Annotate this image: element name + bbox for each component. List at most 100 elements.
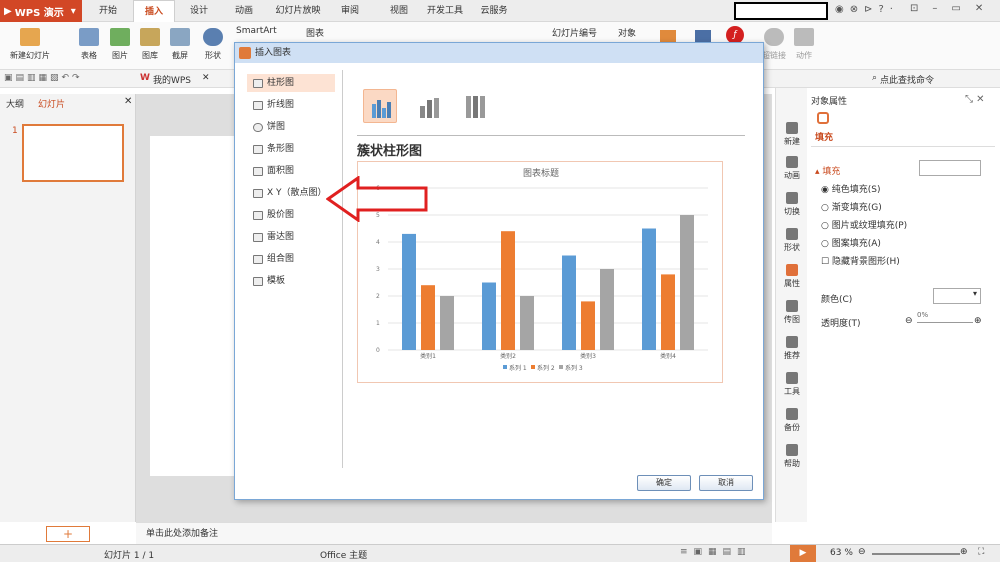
tab-start[interactable]: 开始: [86, 0, 130, 22]
slider-minus-icon[interactable]: ⊖: [905, 316, 913, 326]
side-upload-button[interactable]: 传图: [776, 300, 808, 325]
notes-area[interactable]: 单击此处添加备注: [136, 522, 772, 544]
tab-insert[interactable]: 插入: [133, 0, 175, 22]
chart-type-bar[interactable]: 条形图: [247, 140, 335, 158]
upload-icon: [786, 300, 798, 312]
fill-preview[interactable]: [919, 160, 981, 176]
transparency-label: 透明度(T): [821, 319, 861, 329]
side-shape-button[interactable]: 形状: [776, 228, 808, 253]
chart-type-line[interactable]: 折线图: [247, 96, 335, 114]
radio-gradient[interactable]: ○ 渐变填充(G): [821, 200, 882, 213]
add-slide-button[interactable]: +: [46, 526, 90, 542]
object-button[interactable]: 对象: [618, 26, 636, 39]
new-slide-button[interactable]: 新建幻灯片: [4, 22, 56, 70]
chart-type-column[interactable]: 柱形图: [247, 74, 335, 92]
view-buttons[interactable]: ≡▣▦▤▥: [680, 547, 752, 557]
dialog-app-icon: [239, 47, 251, 59]
annotation-arrow: [326, 176, 428, 222]
fit-icon[interactable]: ⛶: [978, 547, 984, 557]
fill-section[interactable]: ▴ 填充: [815, 164, 840, 177]
account-box[interactable]: [734, 2, 828, 20]
close-icon[interactable]: ✕: [202, 73, 210, 86]
legend-swatch: [531, 365, 535, 369]
chart-type-radar[interactable]: 雷达图: [247, 228, 335, 246]
tab-animation[interactable]: 动画: [223, 0, 265, 22]
legend-swatch: [503, 365, 507, 369]
smartart-button[interactable]: SmartArt: [236, 26, 277, 36]
color-dropdown[interactable]: ▾: [933, 288, 981, 304]
bar-2-1: [421, 285, 435, 350]
action-button[interactable]: 动作: [792, 22, 816, 70]
slide-number-button[interactable]: 幻灯片编号: [552, 26, 597, 39]
cancel-button[interactable]: 取消: [699, 475, 753, 491]
side-animation-button[interactable]: 动画: [776, 156, 808, 181]
tab-view[interactable]: 视图: [380, 0, 418, 22]
tab-design[interactable]: 设计: [178, 0, 220, 22]
chart-type-template[interactable]: 模板: [247, 272, 335, 290]
dialog-title: 插入图表: [255, 48, 292, 58]
side-backup-button[interactable]: 备份: [776, 408, 808, 433]
side-help-button[interactable]: 帮助: [776, 444, 808, 469]
chart-button[interactable]: 图表: [306, 26, 324, 39]
slider-plus-icon[interactable]: ⊕: [974, 316, 982, 326]
fill-icon: [817, 112, 829, 124]
side-recommend-button[interactable]: 推荐: [776, 336, 808, 361]
command-search[interactable]: ⌕ 点此查找命令: [872, 73, 934, 86]
checkbox-hide-bg[interactable]: ☐ 隐藏背景图形(H): [821, 254, 900, 267]
play-button[interactable]: ▶: [790, 545, 816, 562]
variant-clustered-column[interactable]: [363, 89, 397, 123]
screenshot-button[interactable]: 截屏: [166, 22, 194, 70]
recommend-icon: [786, 336, 798, 348]
shape-button[interactable]: 形状: [198, 22, 228, 70]
chart-type-combo[interactable]: 组合图: [247, 250, 335, 268]
picture-icon: [110, 28, 130, 46]
variant-stacked-column[interactable]: [411, 89, 445, 123]
wps-w-icon: W: [140, 73, 150, 83]
clustered-column-icon: [372, 100, 391, 118]
transparency-slider[interactable]: [917, 322, 973, 323]
tab-outline[interactable]: 大纲: [6, 97, 24, 110]
table-button[interactable]: 表格: [74, 22, 104, 70]
side-transition-button[interactable]: 切换: [776, 192, 808, 217]
chart-type-pie[interactable]: 饼图: [247, 118, 335, 136]
zoom-level: 63 %: [830, 548, 853, 558]
radio-picture[interactable]: ○ 图片或纹理填充(P): [821, 218, 907, 231]
zoom-in-icon[interactable]: ⊕: [960, 547, 968, 557]
tab-developer[interactable]: 开发工具: [421, 0, 469, 22]
side-properties-button[interactable]: 属性: [776, 264, 808, 289]
radio-pattern[interactable]: ○ 图案填充(A): [821, 236, 881, 249]
table-icon: [79, 28, 99, 46]
bar-3-2: [520, 296, 534, 350]
chart-type-stock[interactable]: 股价图: [247, 206, 335, 224]
hyperlink-button[interactable]: 超链接: [760, 22, 788, 70]
y-tick-label: 3: [376, 266, 380, 273]
radio-solid[interactable]: ◉ 纯色填充(S): [821, 182, 880, 195]
tab-review[interactable]: 审阅: [331, 0, 369, 22]
close-icon[interactable]: ✕: [124, 96, 132, 107]
chart-type-area[interactable]: 面积图: [247, 162, 335, 180]
side-tools-button[interactable]: 工具: [776, 372, 808, 397]
tab-fill[interactable]: 填充: [815, 130, 833, 143]
side-new-button[interactable]: 新建: [776, 122, 808, 147]
zoom-slider[interactable]: [872, 553, 960, 555]
tab-cloud[interactable]: 云服务: [472, 0, 516, 22]
tab-slideshow[interactable]: 幻灯片放映: [268, 0, 328, 22]
slide-thumbnail[interactable]: [22, 124, 124, 182]
tab-slides[interactable]: 幻灯片: [38, 97, 65, 110]
ok-button[interactable]: 确定: [637, 475, 691, 491]
app-menu-button[interactable]: ▶ WPS 演示 ▾: [0, 0, 82, 22]
my-wps-tab[interactable]: W 我的WPS ✕: [140, 73, 210, 86]
zoom-out-icon[interactable]: ⊖: [858, 547, 866, 557]
insert-chart-dialog: 插入图表 柱形图 折线图 饼图 条形图 面积图 X Y（散点图） 股价图 雷达图…: [234, 42, 764, 500]
quick-tools-icons[interactable]: ▣▤▥▦▧↶↷: [4, 73, 83, 83]
gallery-button[interactable]: 图库: [136, 22, 164, 70]
variant-percent-column[interactable]: [457, 89, 491, 123]
picture-button[interactable]: 图片: [106, 22, 134, 70]
legend-label: 系列 3: [565, 364, 583, 372]
gallery-icon: [140, 28, 160, 46]
panel-controls[interactable]: ⤡ ✕: [965, 94, 985, 105]
x-tick-label: 类别2: [500, 352, 516, 360]
window-controls[interactable]: ⊡–▭✕: [910, 3, 997, 14]
dialog-title-bar: 插入图表: [235, 43, 763, 63]
chart-type-scatter[interactable]: X Y（散点图）: [247, 184, 335, 202]
